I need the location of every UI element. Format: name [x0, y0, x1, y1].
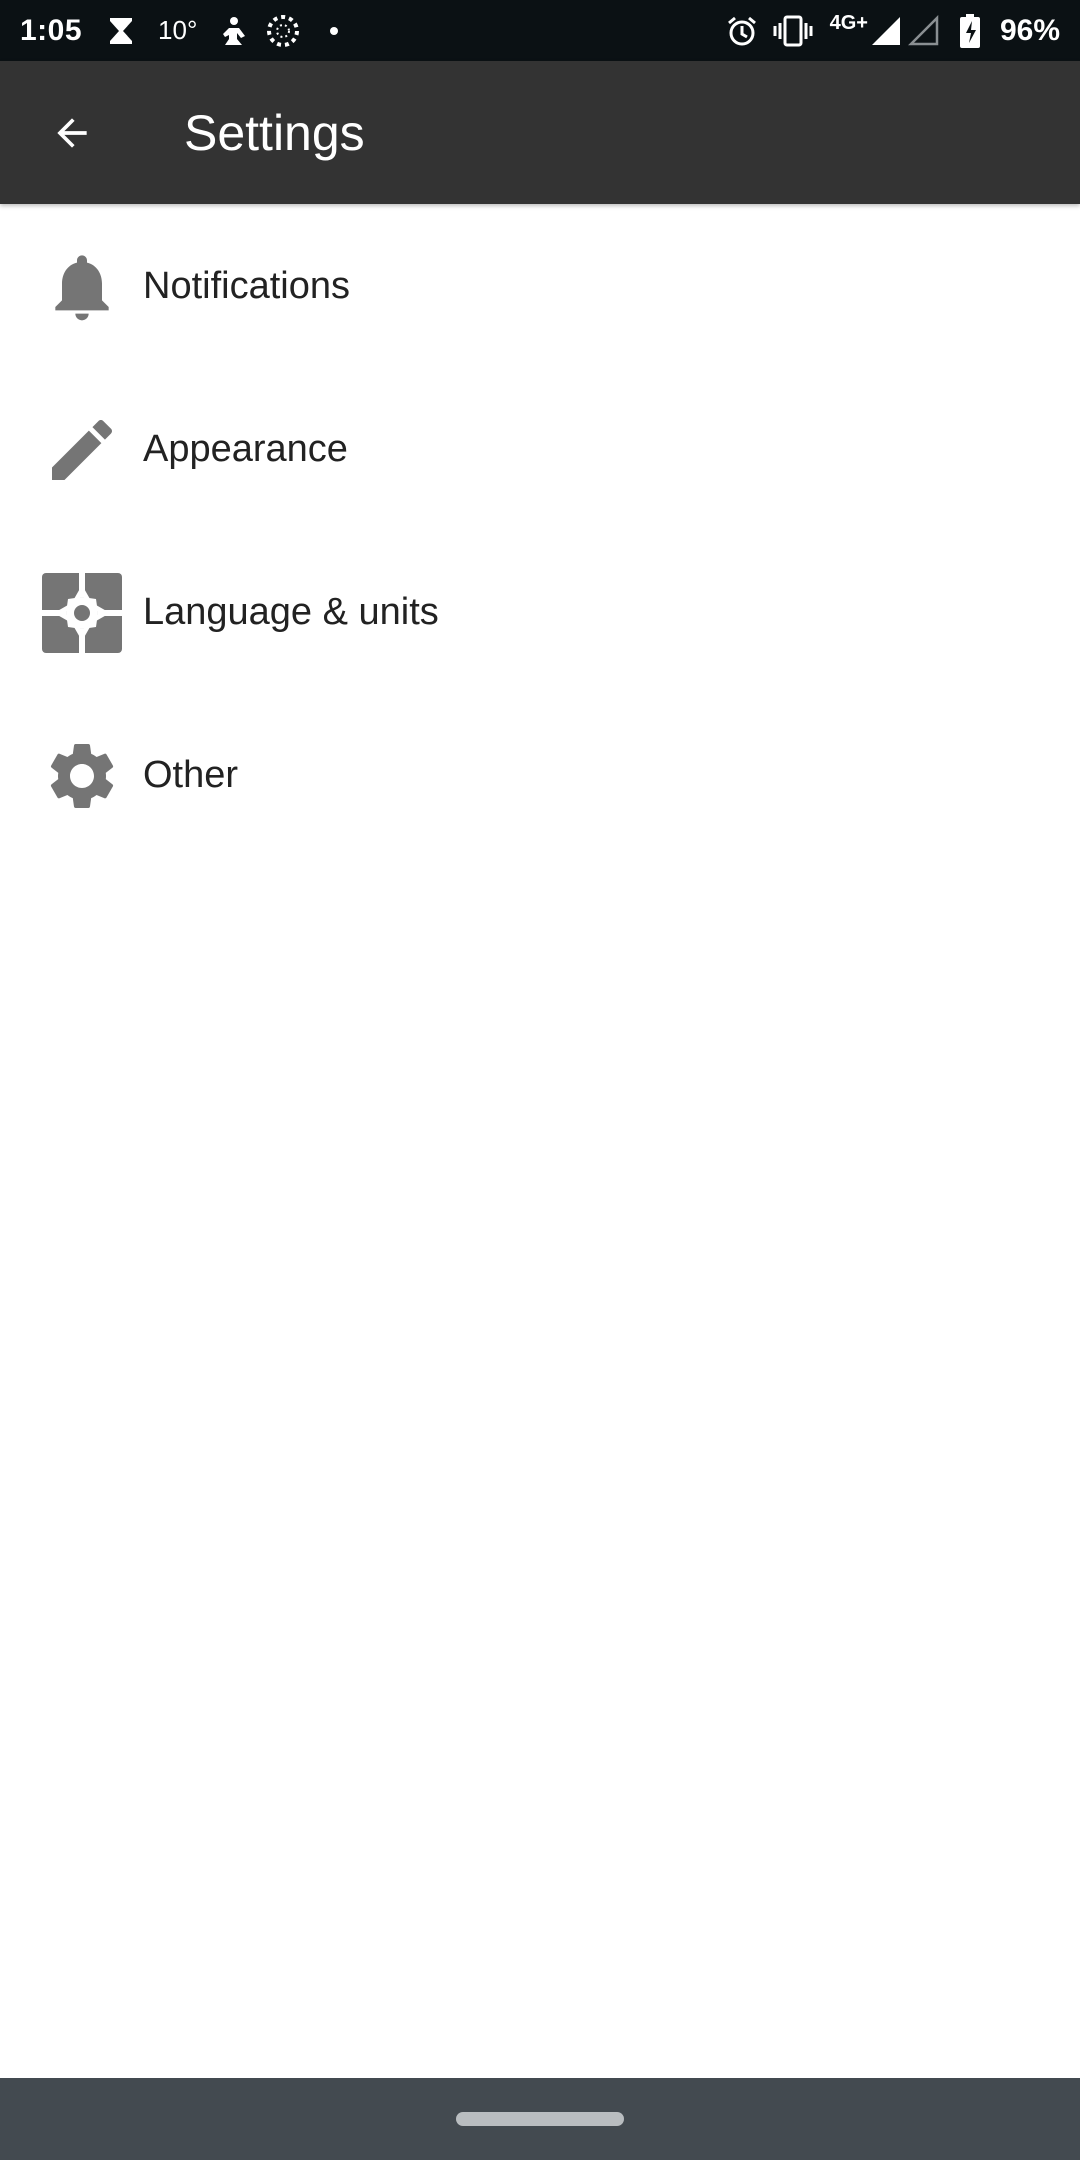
settings-item-appearance[interactable]: Appearance — [0, 368, 1080, 531]
signal-icon — [870, 15, 902, 47]
signal-empty-icon — [907, 14, 940, 47]
settings-item-label: Notifications — [143, 265, 350, 307]
home-handle[interactable] — [456, 2112, 624, 2126]
settings-item-notifications[interactable]: Notifications — [0, 205, 1080, 368]
settings-item-other[interactable]: Other — [0, 694, 1080, 857]
pencil-icon — [42, 410, 122, 490]
hourglass-icon — [108, 16, 134, 46]
app-bar: Settings — [0, 61, 1080, 204]
settings-item-label: Language & units — [143, 591, 439, 633]
page-title: Settings — [184, 104, 365, 161]
battery-percent: 96% — [999, 13, 1060, 47]
status-temperature: 10° — [158, 15, 198, 45]
settings-item-label: Appearance — [143, 428, 348, 470]
alarm-icon — [726, 15, 758, 47]
settings-item-language-units[interactable]: Language & units — [0, 531, 1080, 694]
gear-icon — [42, 736, 122, 816]
status-time: 1:05 — [20, 13, 83, 47]
status-right: 4G+ 96% — [726, 0, 1060, 61]
battery-charging-icon — [959, 13, 980, 48]
status-bar: 1:05 10° 4G+ 96% — [0, 0, 1080, 61]
network-type: 4G+ — [829, 12, 868, 34]
settings-list: Notifications Appearance Language & unit… — [0, 205, 1080, 857]
vibrate-icon — [772, 15, 814, 47]
puzzle-icon — [42, 572, 122, 653]
loading-ring-icon — [265, 13, 301, 49]
bell-icon — [42, 247, 122, 327]
dot-icon — [329, 26, 339, 36]
navigation-bar — [0, 2078, 1080, 2160]
settings-item-label: Other — [143, 754, 239, 796]
arrow-back-icon — [57, 117, 87, 148]
fitness-icon — [221, 16, 251, 46]
status-left: 1:05 10° — [20, 0, 353, 61]
back-button[interactable] — [22, 83, 122, 183]
